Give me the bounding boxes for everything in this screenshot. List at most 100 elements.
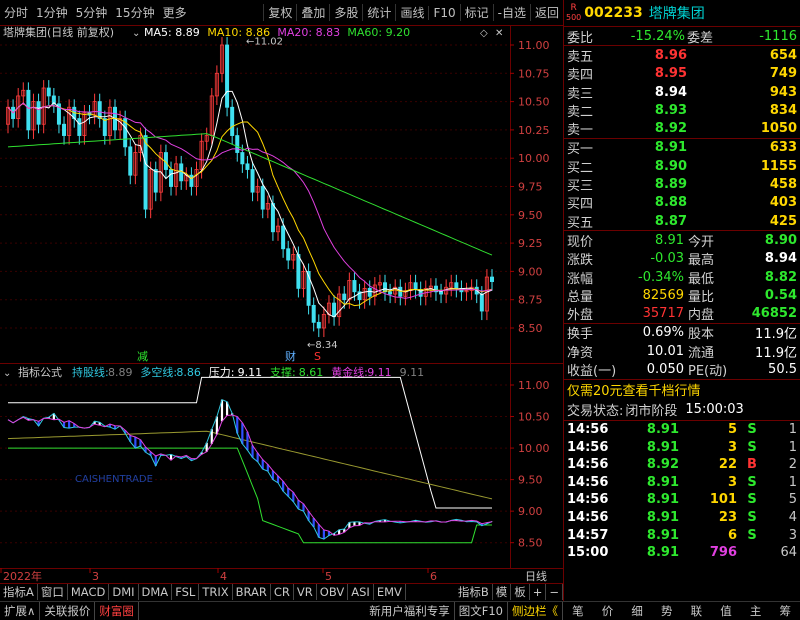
candle-body [143, 135, 148, 210]
side-panel-tab[interactable]: 联 [687, 602, 707, 620]
toolbar-button[interactable]: 返回 [529, 4, 563, 21]
tick-row: 14:56 8.91 3 S 1 [564, 438, 800, 456]
period-label: 日线 [525, 569, 547, 583]
kline-chart[interactable]: 塔牌集团(日线 前复权) ⌄ MA5: 8.89 MA10: 8.86 MA20: 8.… [0, 25, 510, 364]
indicator-legend-label: 持股线: [72, 365, 109, 379]
order-book-row[interactable]: 卖三 8.94 943 [564, 83, 800, 102]
order-book-row[interactable]: 卖四 8.95 749 [564, 65, 800, 83]
toolbar-button[interactable]: 叠加 [296, 4, 329, 21]
price-axis: 11.00 10.75 10.50 10.25 10.00 9.75 9.50 9.25 9.0… [510, 26, 563, 568]
indicator-tab[interactable]: DMI [109, 584, 139, 600]
indicator-legend-label: 黄金线: [331, 365, 368, 379]
tick-volume: 3 [727, 439, 737, 455]
tick-volume: 6 [727, 527, 737, 543]
period-tab[interactable]: 5分钟 [72, 4, 112, 21]
level-price: 8.89 [654, 177, 687, 193]
toolbar-button[interactable]: 统计 [362, 4, 395, 21]
status-link[interactable]: 关联报价 [40, 602, 96, 620]
level-price: 8.94 [654, 84, 687, 100]
tick-row: 14:57 8.91 6 S 3 [564, 526, 800, 544]
tick-volume: 101 [709, 492, 737, 508]
candle-body [260, 186, 265, 210]
period-tab[interactable]: 1分钟 [32, 4, 72, 21]
indicator-tab-extra[interactable]: 模 [493, 584, 512, 600]
price-tick-label: 9.25 [518, 237, 543, 250]
order-book-row[interactable]: 买一 8.91 633 [564, 139, 800, 157]
order-book-row[interactable]: 买四 8.88 403 [564, 194, 800, 212]
toolbar-button[interactable]: 多股 [329, 4, 362, 21]
toolbar-button[interactable]: 画线 [395, 4, 428, 21]
tick-volume: 5 [727, 421, 737, 437]
side-panel-tab[interactable]: 筹 [775, 602, 795, 620]
chart-title: 塔牌集团(日线 前复权) [3, 26, 114, 39]
indicator-tab[interactable]: EMV [374, 584, 406, 600]
side-panel-tab[interactable]: 值 [716, 602, 736, 620]
candle-body [153, 169, 158, 193]
indicator-tab[interactable]: TRIX [199, 584, 233, 600]
promo-text[interactable]: 仅需20元查看千档行情 [567, 380, 701, 399]
level-price: 8.91 [654, 140, 687, 156]
indicator-tab[interactable]: 窗口 [38, 584, 68, 600]
candle-body [286, 248, 291, 261]
period-tab[interactable]: 更多 [159, 4, 191, 21]
indicator-tab[interactable]: DMA [139, 584, 173, 600]
tick-price: 8.91 [646, 492, 679, 508]
order-book-row[interactable]: 卖二 8.93 834 [564, 101, 800, 120]
indicator-tab[interactable]: VR [294, 584, 317, 600]
indicator-tab-extra[interactable]: 板 [511, 584, 530, 600]
indicator-tab[interactable]: BRAR [233, 584, 271, 600]
indicator-tab[interactable]: FSL [172, 584, 200, 600]
tick-list[interactable]: 14:56 8.91 5 S 1 14:56 8.91 3 S 1 14:56 8.92 22 B 2 14:… [564, 421, 800, 562]
reduce-marker: 减 [137, 350, 148, 363]
price-tick-label: 8.50 [518, 322, 543, 335]
status-link[interactable]: 扩展∧ [0, 602, 41, 620]
stat-label: 涨幅 [567, 271, 594, 287]
stat-row: 现价 8.91 今开 8.90 [564, 231, 800, 250]
status-link[interactable]: 图文F10 [455, 602, 508, 620]
indicator-tab[interactable]: MACD [68, 584, 110, 600]
toolbar-button[interactable]: F10 [428, 5, 459, 20]
golden-line [7, 430, 493, 500]
side-panel-tab[interactable]: 势 [657, 602, 677, 620]
status-link[interactable]: 新用户福利专享 [365, 602, 455, 620]
order-book-row[interactable]: 卖一 8.92 1050 [564, 119, 800, 138]
candle-body [454, 282, 459, 289]
period-tab[interactable]: 分时 [0, 4, 32, 21]
candle-body [388, 291, 393, 295]
indicator-tab-extra[interactable]: − [546, 584, 563, 600]
indicator-tab-extra[interactable]: + [530, 584, 547, 600]
candle-body [36, 101, 41, 125]
indicator-tab[interactable]: OBV [317, 584, 349, 600]
side-panel-tab[interactable]: 笔 [568, 602, 588, 620]
indicator-tab[interactable]: CR [271, 584, 294, 600]
status-link[interactable]: 侧边栏《 [508, 602, 563, 620]
side-panel-tab[interactable]: 价 [598, 602, 618, 620]
support-line [8, 447, 492, 544]
toolbar-button[interactable]: 复权 [263, 4, 296, 21]
fundamental-label: 股本 [688, 327, 715, 343]
order-book-row[interactable]: 买五 8.87 425 [564, 212, 800, 231]
side-panel-tab[interactable]: 主 [746, 602, 766, 620]
order-book-row[interactable]: 买二 8.90 1155 [564, 157, 800, 176]
order-book-row[interactable]: 卖五 8.96 654 [564, 46, 800, 65]
tick-count: 4 [788, 509, 797, 525]
tick-price: 8.91 [646, 474, 679, 490]
indicator-chart[interactable]: ⌄ 指标公式 持股线: 8.89 多空线: 8.86 压力: 9.11 支撑: 8.61 黄… [0, 364, 510, 568]
status-link[interactable]: 财富圈 [95, 602, 139, 620]
bid-book: 买一 8.91 633 买二 8.90 1155 买三 8.89 458 买四 8.88 403 买五 8… [564, 139, 800, 230]
weicha-value: -1116 [759, 28, 797, 44]
fundamental-value: 11.9亿 [755, 345, 797, 361]
promo-link[interactable]: 仅需20元查看千档行情 [564, 380, 800, 400]
indicator-tab[interactable]: 指标A [0, 584, 38, 600]
toolbar-button[interactable]: 标记 [459, 4, 493, 21]
toolbar-button[interactable]: -自选 [492, 4, 530, 21]
candle-body [489, 276, 494, 282]
side-panel-tab[interactable]: 细 [627, 602, 647, 620]
period-tab[interactable]: 15分钟 [111, 4, 158, 21]
low-price-label: ←8.34 [307, 340, 338, 351]
order-book-row[interactable]: 买三 8.89 458 [564, 175, 800, 194]
fundamental-value: 50.5 [768, 361, 797, 377]
indicator-tab[interactable]: ASI [348, 584, 374, 600]
indicator-tab-extra[interactable]: 指标B [455, 584, 493, 600]
indicator-legend-value: 8.86 [176, 366, 201, 379]
